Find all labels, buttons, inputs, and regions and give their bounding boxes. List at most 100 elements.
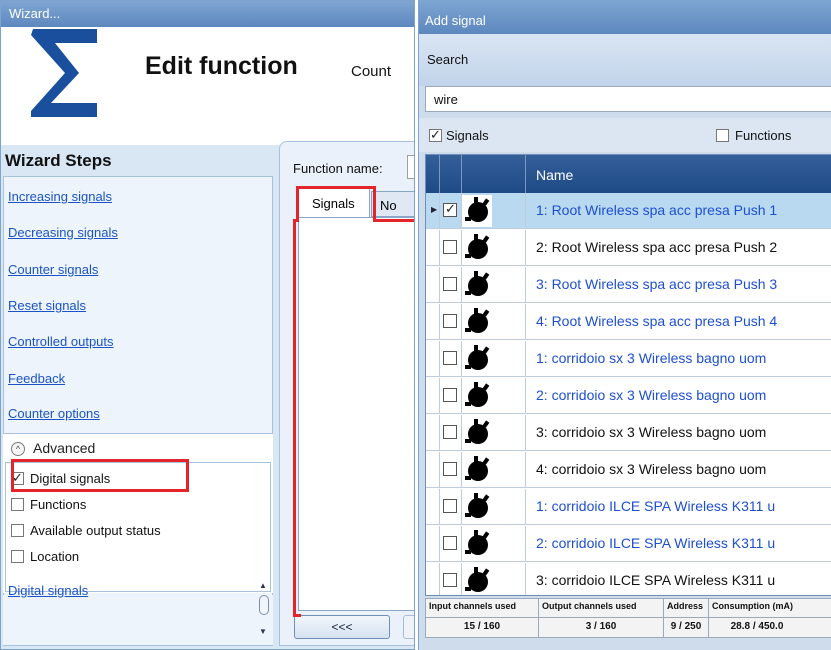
push-button-signal-icon [462,565,492,595]
wizard-title-bar: Wizard... [1,1,414,27]
wizard-window: Wizard... Edit function Count Wizard Ste… [0,0,415,650]
step-increasing-signals[interactable]: Increasing signals [8,189,112,204]
advanced-section: ^ Advanced Digital signals Functions Ava… [3,433,273,593]
table-row[interactable]: 4: corridoio sx 3 Wireless bagno uom [426,452,831,488]
signals-tab-pane [298,217,414,611]
filter-functions-checkbox[interactable] [11,498,24,511]
push-button-signal-icon [462,454,492,489]
function-name-label: Function name: [293,161,383,176]
highlight-signals-tab [296,186,376,222]
row-name: 2: corridoio sx 3 Wireless bagno uom [536,387,767,403]
tab-no[interactable]: No [371,191,414,217]
add-signal-title-bar: Add signal [419,0,831,34]
grid-header-check [440,155,462,193]
back-button[interactable]: <<< [294,615,390,639]
filter-available-output-status-label: Available output status [30,523,161,538]
table-row[interactable]: ▶ 1: Root Wireless spa acc presa Push 1 [426,193,831,229]
scroll-up-arrow-icon[interactable]: ▲ [259,581,267,590]
row-name: 4: Root Wireless spa acc presa Push 4 [536,313,778,329]
row-checkbox[interactable] [443,499,457,513]
row-checkbox[interactable] [443,240,457,254]
row-name: 4: corridoio sx 3 Wireless bagno uom [536,461,767,477]
filter-available-output-status-checkbox[interactable] [11,524,24,537]
functions-checkbox-label: Functions [735,128,792,143]
row-name: 3: corridoio ILCE SPA Wireless K311 u [536,572,776,588]
row-checkbox[interactable] [443,425,457,439]
grid-header-name[interactable]: Name [536,167,573,183]
table-row[interactable]: 4: Root Wireless spa acc presa Push 4 [426,304,831,340]
row-checkbox[interactable] [443,314,457,328]
next-button[interactable] [403,615,414,639]
collapse-icon[interactable]: ^ [11,442,25,456]
row-name: 1: corridoio ILCE SPA Wireless K311 u [536,498,776,514]
stats-header-address: Address [667,601,704,611]
row-checkbox[interactable] [443,573,457,587]
table-row[interactable]: 3: Root Wireless spa acc presa Push 3 [426,267,831,303]
row-checkbox[interactable] [443,536,457,550]
page-title: Edit function [145,52,298,80]
table-row[interactable]: 2: Root Wireless spa acc presa Push 2 [426,230,831,266]
stats-divider [426,617,831,618]
search-input[interactable] [425,86,831,112]
step-digital-signals[interactable]: Digital signals [8,583,88,598]
highlight-signals-pane [293,219,301,617]
row-checkbox[interactable] [443,201,457,217]
grid-header-icon [462,155,526,193]
add-signal-window: Add signal Search Signals Functions Name… [418,0,831,650]
stats-header-consumption: Consumption (mA) [712,601,793,611]
filter-location-label: Location [30,549,80,564]
step-counter-signals[interactable]: Counter signals [8,262,98,277]
row-name: 2: corridoio ILCE SPA Wireless K311 u [536,535,776,551]
function-name-input[interactable] [407,155,414,179]
step-controlled-outputs[interactable]: Controlled outputs [8,334,114,349]
bottom-step-panel [3,595,273,645]
filter-location-checkbox[interactable] [11,550,24,563]
stats-header-input-channels: Input channels used [429,601,517,611]
push-button-signal-icon [462,269,492,304]
step-counter-options[interactable]: Counter options [8,406,100,421]
row-name: 3: Root Wireless spa acc presa Push 3 [536,276,778,292]
push-button-signal-icon [462,380,492,415]
highlight-digital-signals [11,459,189,492]
stats-header-output-channels: Output channels used [542,601,637,611]
table-row[interactable]: 2: corridoio sx 3 Wireless bagno uom [426,378,831,414]
scrollbar-thumb[interactable] [259,595,269,615]
row-name: 2: Root Wireless spa acc presa Push 2 [536,239,778,255]
row-name: 3: corridoio sx 3 Wireless bagno uom [536,424,767,440]
push-button-signal-icon [462,491,492,526]
advanced-label: Advanced [33,440,96,456]
row-checkbox[interactable] [443,277,457,291]
signals-checkbox-label: Signals [446,128,489,143]
search-label: Search [427,52,469,67]
wizard-steps-heading: Wizard Steps [5,151,112,170]
step-feedback[interactable]: Feedback [8,371,65,386]
signals-grid: Name ▶ 1: Root Wireless spa acc presa Pus… [425,154,831,596]
table-row[interactable]: 2: corridoio ILCE SPA Wireless K311 u [426,526,831,562]
row-checkbox[interactable] [443,351,457,365]
push-button-signal-icon [462,306,492,341]
row-checkbox[interactable] [443,388,457,402]
push-button-signal-icon [462,417,492,452]
current-row-arrow-icon: ▶ [431,205,438,214]
row-name: 1: corridoio sx 3 Wireless bagno uom [536,350,767,366]
signals-checkbox[interactable] [429,127,442,143]
row-checkbox[interactable] [443,462,457,476]
resource-stats: Input channels used Output channels used… [425,598,831,638]
stats-input-channels-value: 15 / 160 [463,621,501,632]
push-button-signal-icon [462,195,492,230]
table-row[interactable]: 1: corridoio sx 3 Wireless bagno uom [426,341,831,377]
filter-functions-label: Functions [30,497,87,512]
search-bar [419,34,831,86]
step-decreasing-signals[interactable]: Decreasing signals [8,225,118,240]
table-row[interactable]: 1: corridoio ILCE SPA Wireless K311 u [426,489,831,525]
scroll-down-arrow-icon[interactable]: ▼ [259,627,267,636]
sigma-logo-icon [31,29,97,117]
table-row[interactable]: 3: corridoio sx 3 Wireless bagno uom [426,415,831,451]
functions-checkbox[interactable] [716,129,729,142]
table-row[interactable]: 3: corridoio ILCE SPA Wireless K311 u [426,563,831,595]
push-button-signal-icon [462,528,492,563]
wizard-header: Edit function Count [1,27,414,145]
stats-address-value: 9 / 250 [670,621,702,632]
step-reset-signals[interactable]: Reset signals [8,298,86,313]
grid-header-indicator [426,155,440,193]
